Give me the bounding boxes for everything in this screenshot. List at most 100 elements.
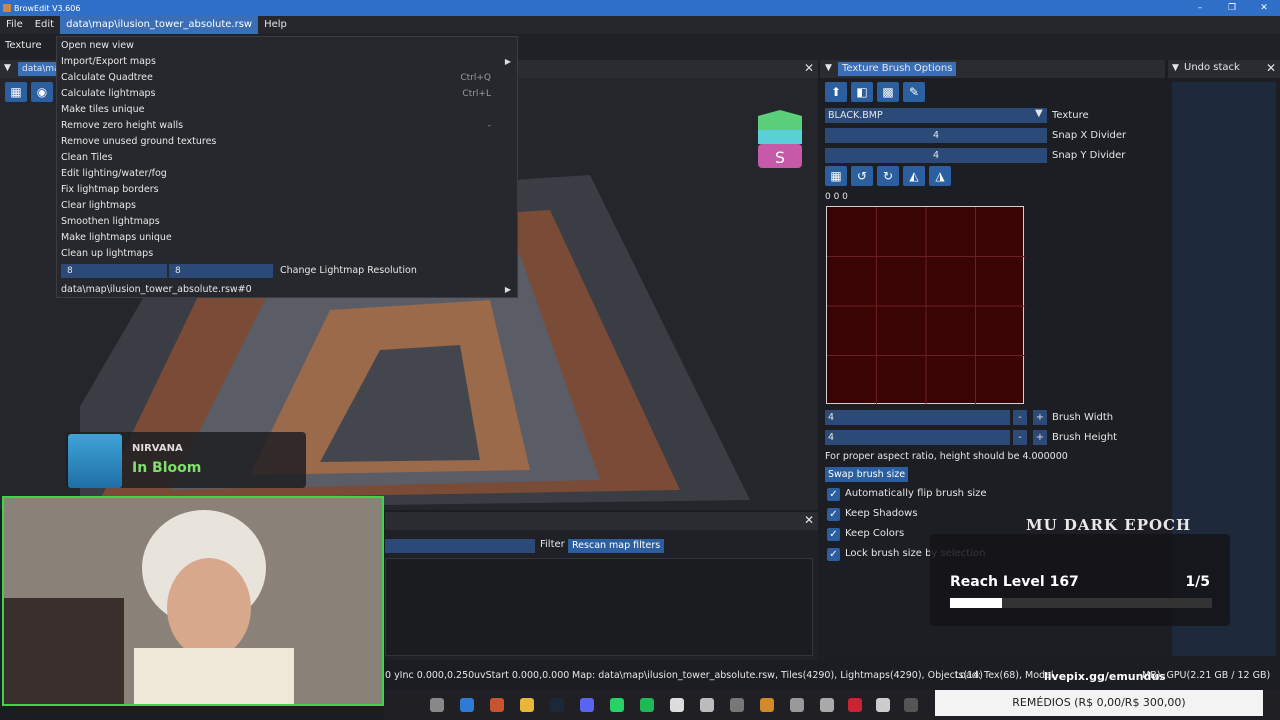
menu-edit[interactable]: Edit — [29, 16, 60, 34]
status-uvstart: uvStart 0.000,0.000 — [474, 670, 570, 681]
status-load-info: Load: Tex(68), Model — [955, 670, 1054, 681]
rotate-left-icon[interactable]: ↺ — [851, 166, 873, 186]
status-yinc: 0 yInc 0.000,0.250 — [385, 670, 475, 681]
checkbox-lock-brush[interactable]: ✓ — [827, 548, 840, 561]
checkbox-keep-shadows[interactable]: ✓ — [827, 508, 840, 521]
donation-goal-bar: REMÉDIOS (R$ 0,00/R$ 300,00) — [935, 690, 1263, 716]
flip-vertical-icon[interactable]: ◮ — [929, 166, 951, 186]
menu-item-remove-unused-textures[interactable]: Remove unused ground textures — [61, 134, 216, 150]
snap-x-input[interactable]: 4 — [825, 128, 1047, 143]
menu-item-edit-lighting[interactable]: Edit lighting/water/fog — [61, 166, 167, 182]
brush-width-plus-button[interactable]: + — [1033, 410, 1047, 425]
checkbox-flip-brush[interactable]: ✓ — [827, 488, 840, 501]
menu-item-change-lightmap-resolution[interactable]: Change Lightmap Resolution — [280, 263, 417, 279]
app-icon[interactable] — [490, 698, 504, 712]
app-icon[interactable] — [848, 698, 862, 712]
console-header: ✕ — [385, 512, 818, 530]
filter-input[interactable] — [385, 539, 535, 553]
game-logo: MU DARK EPOCH — [1026, 516, 1192, 534]
brush-height-minus-button[interactable]: - — [1013, 430, 1027, 445]
menu-item-smoothen-lightmaps[interactable]: Smoothen lightmaps — [61, 214, 160, 230]
menu-item-calculate-quadtree[interactable]: Calculate Quadtree — [61, 70, 153, 86]
app-icon[interactable] — [760, 698, 774, 712]
swap-brush-size-button[interactable]: Swap brush size — [825, 467, 909, 482]
menu-map[interactable]: data\map\ilusion_tower_absolute.rsw — [60, 16, 259, 34]
eyedropper-icon[interactable]: ✎ — [903, 82, 925, 102]
taskview-icon[interactable] — [430, 698, 444, 712]
grid-icon[interactable]: ▦ — [5, 82, 27, 102]
eye-icon[interactable]: ◉ — [31, 82, 53, 102]
menu-file[interactable]: File — [0, 16, 29, 34]
goal-progress-bar — [950, 598, 1212, 608]
viewport-close-icon[interactable]: ✕ — [804, 61, 814, 75]
snap-x-label: Snap X Divider — [1052, 130, 1127, 141]
console-close-icon[interactable]: ✕ — [804, 513, 814, 527]
orientation-cube[interactable]: S — [752, 108, 808, 170]
collapse-icon[interactable]: ▼ — [1172, 63, 1179, 73]
steam-icon[interactable] — [550, 698, 564, 712]
snap-y-input[interactable]: 4 — [825, 148, 1047, 163]
app-icon[interactable] — [876, 698, 890, 712]
checkbox-keep-colors[interactable]: ✓ — [827, 528, 840, 541]
spotify-icon[interactable] — [640, 698, 654, 712]
title-bar: BrowEdit V3.606 – ❐ ✕ — [0, 0, 1280, 16]
menu-item-fix-lightmap-borders[interactable]: Fix lightmap borders — [61, 182, 159, 198]
menu-item-calculate-lightmaps[interactable]: Calculate lightmaps — [61, 86, 156, 102]
vscode-icon[interactable] — [460, 698, 474, 712]
collapse-icon[interactable]: ▼ — [825, 63, 832, 73]
chevron-down-icon[interactable]: ▼ — [1035, 108, 1043, 119]
menu-item-clear-lightmaps[interactable]: Clear lightmaps — [61, 198, 136, 214]
grid-toggle-icon[interactable]: ▦ — [825, 166, 847, 186]
app-icon[interactable] — [820, 698, 834, 712]
menu-item-clean-tiles[interactable]: Clean Tiles — [61, 150, 113, 166]
undo-close-icon[interactable]: ✕ — [1266, 61, 1276, 75]
aspect-ratio-note: For proper aspect ratio, height should b… — [825, 451, 1068, 462]
brush-height-plus-button[interactable]: + — [1033, 430, 1047, 445]
brush-height-input[interactable]: 4 — [825, 430, 1010, 445]
brush-height-label: Brush Height — [1052, 432, 1118, 443]
app-icon[interactable] — [790, 698, 804, 712]
menu-item-open-new-view[interactable]: Open new view — [61, 38, 134, 54]
app-icon[interactable] — [700, 698, 714, 712]
menu-item-clean-up-lightmaps[interactable]: Clean up lightmaps — [61, 246, 153, 262]
goal-overlay: MU DARK EPOCH Reach Level 167 1/5 — [930, 516, 1230, 626]
texture-brush-title[interactable]: Texture Brush Options — [838, 62, 957, 76]
terminal-icon[interactable] — [904, 698, 918, 712]
brush-width-minus-button[interactable]: - — [1013, 410, 1027, 425]
map-menu-dropdown: Open new view Import/Export maps ▶ Calcu… — [56, 36, 518, 298]
webcam-feed — [2, 496, 384, 706]
select-area-icon[interactable]: ▩ — [877, 82, 899, 102]
fill-bucket-icon[interactable]: ◧ — [851, 82, 873, 102]
lightmap-res-y-input[interactable]: 8 — [169, 264, 273, 278]
menu-help[interactable]: Help — [258, 16, 293, 34]
console-panel: ✕ Filter Rescan map filters — [385, 512, 818, 660]
menu-item-remove-zero-height-walls[interactable]: Remove zero height walls — [61, 118, 183, 134]
collapse-icon[interactable]: ▼ — [4, 63, 11, 73]
lightmap-res-x-input[interactable]: 8 — [61, 264, 167, 278]
goal-title: Reach Level 167 — [950, 574, 1079, 590]
texture-select[interactable]: BLACK.BMP — [825, 108, 1047, 123]
obs-icon[interactable] — [670, 698, 684, 712]
texture-mode-label[interactable]: Texture — [5, 40, 42, 51]
livepix-link: livepix.gg/emundus — [1044, 670, 1166, 683]
close-button[interactable]: ✕ — [1248, 0, 1280, 16]
flip-horizontal-icon[interactable]: ◭ — [903, 166, 925, 186]
discord-icon[interactable] — [580, 698, 594, 712]
filter-label: Filter — [540, 539, 565, 550]
rotate-right-icon[interactable]: ↻ — [877, 166, 899, 186]
brush-width-input[interactable]: 4 — [825, 410, 1010, 425]
maximize-button[interactable]: ❐ — [1216, 0, 1248, 16]
menu-item-make-lightmaps-unique[interactable]: Make lightmaps unique — [61, 230, 172, 246]
minimize-button[interactable]: – — [1184, 0, 1216, 16]
menu-item-make-tiles-unique[interactable]: Make tiles unique — [61, 102, 144, 118]
rescan-map-filters-button[interactable]: Rescan map filters — [568, 539, 665, 553]
whatsapp-icon[interactable] — [610, 698, 624, 712]
undo-title: Undo stack — [1184, 62, 1240, 73]
folder-icon[interactable] — [520, 698, 534, 712]
menu-item-view-entry[interactable]: data\map\ilusion_tower_absolute.rsw#0 — [61, 282, 252, 298]
now-playing-overlay: NIRVANA In Bloom — [66, 432, 306, 488]
menu-item-import-export[interactable]: Import/Export maps — [61, 54, 156, 70]
app-icon[interactable] — [730, 698, 744, 712]
texture-brush-grid[interactable] — [826, 206, 1025, 405]
stamp-icon[interactable]: ⬆ — [825, 82, 847, 102]
